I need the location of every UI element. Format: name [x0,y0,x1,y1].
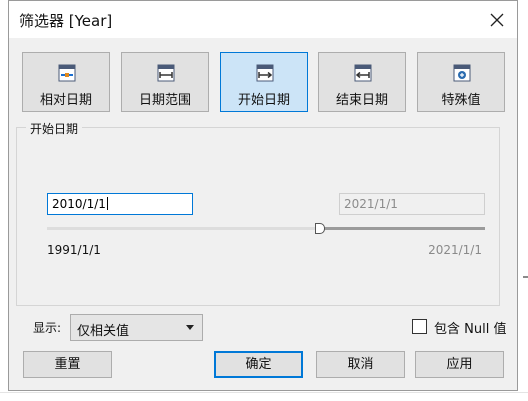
chevron-down-icon [186,325,194,330]
apply-button[interactable]: 应用 [415,351,504,378]
mode-label: 日期范围 [138,93,191,108]
include-null-checkbox[interactable] [412,319,427,334]
show-dropdown[interactable]: 仅相关值 [70,314,203,341]
cancel-button[interactable]: 取消 [316,351,405,378]
background-line [0,392,528,393]
end-date-button[interactable]: 结束日期 [318,52,406,112]
relative-date-icon [58,64,76,82]
range-min-label: 1991/1/1 [47,243,101,257]
date-range-icon [157,64,175,82]
end-date-icon [354,64,372,82]
filter-dialog: 筛选器 [Year] 相对日期 日期范围 开始日期 结束日期 特殊值 开始日期 … [8,0,518,391]
relative-date-button[interactable]: 相对日期 [22,52,110,112]
close-icon [490,13,504,27]
special-values-button[interactable]: 特殊值 [417,52,505,112]
text-cursor [106,197,108,210]
start-date-group [16,127,500,306]
end-date-input: 2021/1/1 [339,193,485,215]
date-range-button[interactable]: 日期范围 [121,52,209,112]
mode-label: 相对日期 [39,93,92,108]
start-date-button[interactable]: 开始日期 [220,52,308,112]
mode-label: 特殊值 [441,93,481,108]
slider-thumb[interactable] [315,223,325,234]
slider-selected-range [319,227,485,230]
group-title: 开始日期 [26,120,83,137]
include-null-label: 包含 Null 值 [434,322,507,337]
show-selected-value: 仅相关值 [77,324,130,339]
close-button[interactable] [479,3,515,37]
special-values-icon [453,64,471,82]
dialog-title: 筛选器 [Year] [19,12,113,30]
end-date-value: 2021/1/1 [344,197,398,211]
start-date-input[interactable]: 2010/1/1 [47,193,193,215]
ok-button[interactable]: 确定 [214,351,303,378]
start-date-icon [256,64,274,82]
mode-label: 结束日期 [335,93,388,108]
range-max-label: 2021/1/1 [428,243,482,257]
title-bar: 筛选器 [Year] [9,1,517,38]
show-label: 显示: [33,321,62,335]
background-mark [523,276,528,278]
reset-button[interactable]: 重置 [23,351,112,378]
start-date-value: 2010/1/1 [52,197,106,211]
mode-label: 开始日期 [237,93,290,108]
